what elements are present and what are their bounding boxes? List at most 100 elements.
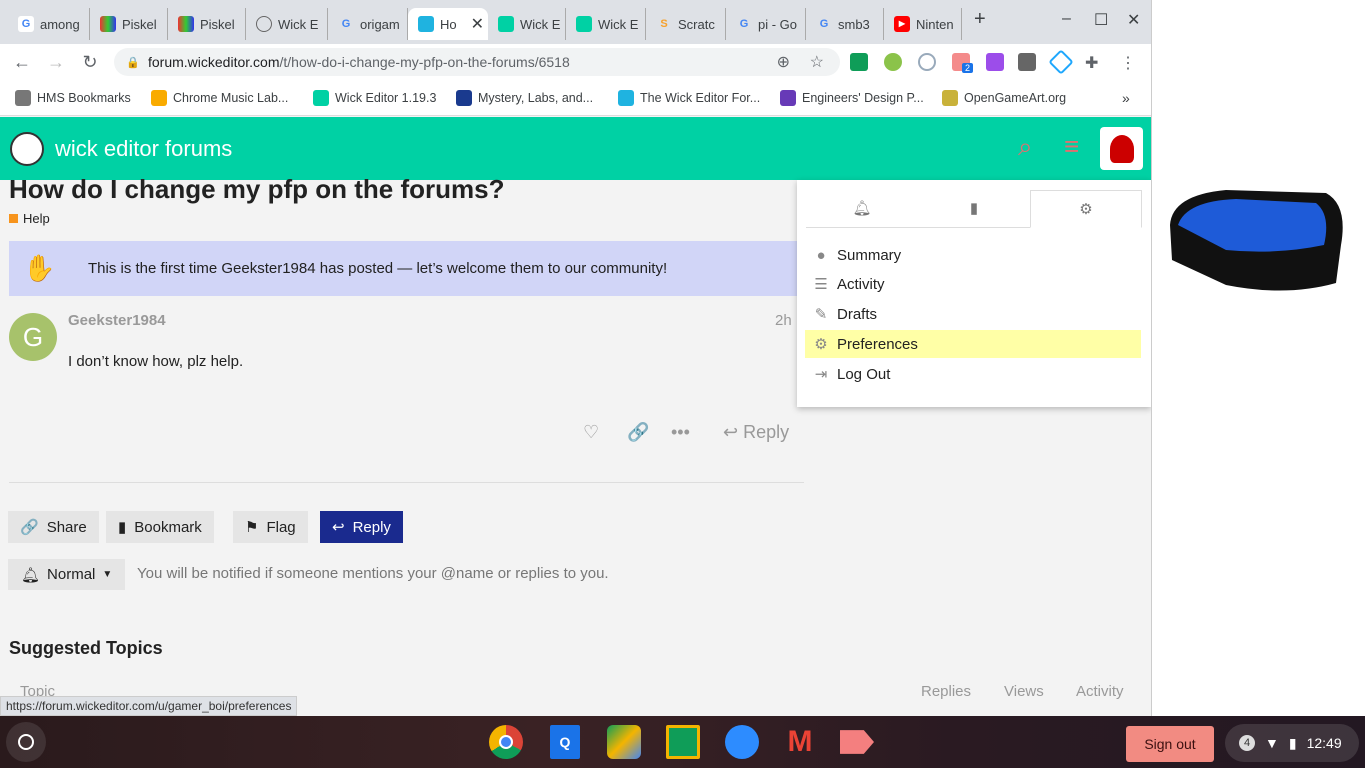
- user-avatar[interactable]: [1100, 127, 1143, 170]
- bookmark[interactable]: Engineers' Design P...: [780, 90, 924, 106]
- bookmark-folder[interactable]: HMS Bookmarks: [15, 90, 131, 106]
- tab[interactable]: Piskel: [90, 8, 168, 40]
- maximize-icon[interactable]: ☐: [1094, 10, 1108, 30]
- install-icon[interactable]: ⊕: [777, 52, 790, 72]
- tab[interactable]: Wick E: [566, 8, 646, 40]
- preferences-tab[interactable]: ⚙: [1030, 190, 1142, 228]
- screencastify-app-icon[interactable]: [840, 730, 874, 754]
- bell-icon: 🔔︎: [21, 566, 41, 584]
- more-bookmarks-icon[interactable]: »: [1122, 90, 1130, 106]
- scratch-icon: S: [660, 18, 668, 30]
- category-label: Help: [23, 211, 50, 226]
- extension-icon[interactable]: 2: [952, 53, 974, 73]
- menu-item-log-out[interactable]: ⇥ Log Out: [805, 360, 1141, 388]
- reload-icon[interactable]: ↻: [73, 52, 107, 73]
- bookmark[interactable]: OpenGameArt.org: [942, 90, 1066, 106]
- post-avatar[interactable]: G: [9, 313, 57, 361]
- welcome-banner: ✋ This is the first time Geekster1984 has…: [9, 241, 804, 296]
- tab-label: pi - Go: [758, 16, 798, 32]
- extension-icon[interactable]: [1018, 53, 1036, 71]
- close-tab-icon[interactable]: ✕: [471, 14, 484, 34]
- reply-button[interactable]: ↩ Reply: [320, 511, 403, 543]
- classroom-app-icon[interactable]: [666, 725, 700, 759]
- more-icon[interactable]: •••: [671, 422, 690, 443]
- minimize-icon[interactable]: –: [1062, 10, 1071, 28]
- tab-label: Wick E: [520, 16, 561, 32]
- system-tray[interactable]: 4 ▼ ▮ 12:49: [1225, 724, 1359, 762]
- notification-level-dropdown[interactable]: 🔔︎ Normal ▼: [8, 559, 126, 590]
- google-icon: G: [18, 16, 34, 32]
- topic-title: How do I change my pfp on the forums?: [9, 174, 505, 204]
- zoom-app-icon[interactable]: [725, 725, 759, 759]
- tab-label: smb3: [838, 16, 870, 32]
- forward-icon[interactable]: →: [39, 52, 73, 73]
- puzzle-icon[interactable]: ✚: [1085, 53, 1103, 72]
- notifications-tab[interactable]: 🔔︎: [806, 190, 918, 228]
- gmail-app-icon[interactable]: M: [783, 725, 817, 759]
- bookmark[interactable]: The Wick Editor For...: [618, 90, 760, 106]
- hamburger-icon[interactable]: ≡: [1064, 131, 1079, 162]
- close-window-icon[interactable]: ✕: [1127, 10, 1140, 30]
- menu-item-drafts[interactable]: ✎ Drafts: [805, 300, 1141, 328]
- quizlet-app-icon[interactable]: Q: [550, 725, 580, 759]
- more-icon[interactable]: ⋮: [1120, 53, 1138, 72]
- extension-icon[interactable]: [986, 53, 1004, 71]
- button-label: Flag: [266, 518, 296, 536]
- bookmark[interactable]: Wick Editor 1.19.3: [313, 90, 436, 106]
- back-icon[interactable]: ←: [5, 52, 39, 73]
- bookmark[interactable]: Mystery, Labs, and...: [456, 90, 593, 106]
- tab-label: Scratc: [678, 16, 715, 32]
- launcher-button[interactable]: [6, 722, 46, 762]
- tab[interactable]: Wick E: [488, 8, 566, 40]
- wick-icon: [313, 90, 329, 106]
- user-icon: ●: [816, 246, 826, 264]
- menu-item-label: Preferences: [837, 335, 918, 353]
- menu-item-activity[interactable]: ☰ Activity: [805, 270, 1141, 298]
- tab[interactable]: Piskel: [168, 8, 246, 40]
- list-icon: ☰: [814, 276, 828, 293]
- new-tab-icon[interactable]: +: [974, 8, 986, 31]
- search-icon[interactable]: ⌕: [1018, 131, 1033, 163]
- post-time[interactable]: 2h: [775, 312, 792, 329]
- tab[interactable]: Gsmb3: [806, 8, 884, 40]
- post-reply-button[interactable]: ↩ Reply: [723, 422, 789, 443]
- forms-icon: [780, 90, 796, 106]
- bookmarks-tab[interactable]: ▮: [918, 190, 1030, 228]
- bookmark-label: The Wick Editor For...: [640, 91, 761, 105]
- button-label: Bookmark: [134, 518, 202, 536]
- tab[interactable]: Gamong: [8, 8, 90, 40]
- google-icon: G: [819, 18, 829, 30]
- site-title[interactable]: wick editor forums: [55, 136, 232, 162]
- reply-label: Reply: [743, 422, 790, 442]
- post-username[interactable]: Geekster1984: [68, 312, 166, 329]
- extension-icon[interactable]: [884, 53, 902, 71]
- google-drive-app-icon[interactable]: [607, 725, 641, 759]
- tab[interactable]: ▶ Ninten: [884, 8, 962, 40]
- caret-down-icon: ▼: [102, 569, 113, 580]
- wick-logo-icon[interactable]: [10, 131, 44, 166]
- tab-active[interactable]: Ho ✕: [408, 8, 488, 40]
- tab[interactable]: S Scratc: [646, 8, 726, 40]
- menu-item-preferences[interactable]: ⚙ Preferences: [805, 330, 1141, 358]
- like-icon[interactable]: ♡: [583, 422, 599, 443]
- bookmarks-bar: HMS Bookmarks Chrome Music Lab... Wick E…: [0, 80, 1151, 116]
- tab[interactable]: Wick E: [246, 8, 328, 40]
- bookmark-label: Wick Editor 1.19.3: [335, 91, 437, 105]
- tab[interactable]: Gpi - Go: [726, 8, 806, 40]
- tab[interactable]: Gorigam: [328, 8, 408, 40]
- menu-item-summary[interactable]: ● Summary: [805, 241, 1141, 269]
- bookmark-button[interactable]: ▮ Bookmark: [106, 511, 214, 543]
- link-icon[interactable]: 🔗: [627, 422, 649, 443]
- bookmark[interactable]: Chrome Music Lab...: [151, 90, 288, 106]
- classroom-ext-icon[interactable]: [850, 53, 868, 71]
- share-button[interactable]: 🔗 Share: [8, 511, 99, 543]
- gear-icon: ⚙: [814, 336, 828, 353]
- sign-out-button[interactable]: Sign out: [1126, 726, 1214, 762]
- category-badge[interactable]: Help: [9, 211, 50, 226]
- flag-button[interactable]: ⚑ Flag: [233, 511, 308, 543]
- star-icon[interactable]: ☆: [810, 52, 824, 72]
- chrome-app-icon[interactable]: [489, 725, 523, 759]
- extension-icon[interactable]: [1048, 49, 1074, 75]
- timer-ext-icon[interactable]: [918, 53, 936, 71]
- address-bar[interactable]: 🔒 forum.wickeditor.com/t/how-do-i-change…: [114, 48, 840, 76]
